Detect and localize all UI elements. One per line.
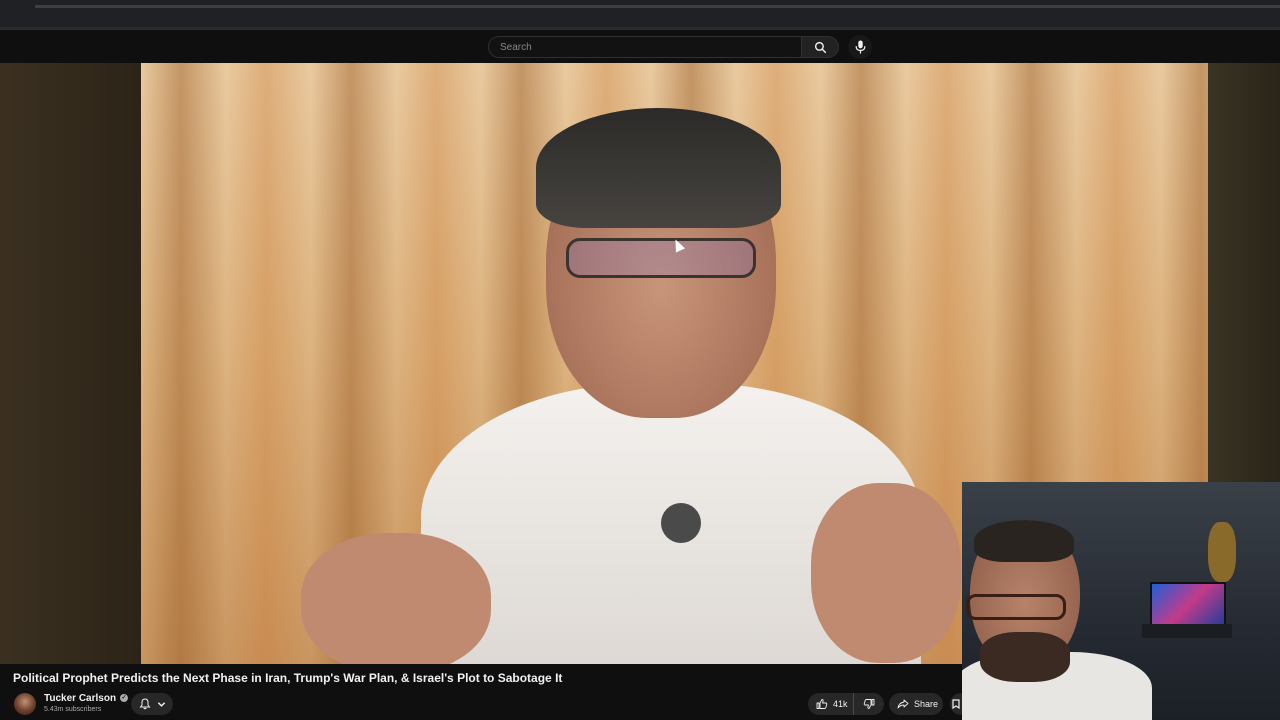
lapel-microphone bbox=[661, 503, 701, 543]
chevron-down-icon bbox=[157, 700, 166, 709]
like-count: 41k bbox=[833, 699, 848, 709]
webcam-background-lamp bbox=[1208, 522, 1236, 582]
channel-avatar[interactable] bbox=[14, 693, 36, 715]
webcam-background-shelf bbox=[1142, 624, 1232, 638]
speaker-right-hand bbox=[811, 483, 961, 663]
search-button[interactable] bbox=[801, 36, 839, 58]
webcam-person-hair bbox=[974, 520, 1074, 562]
like-dislike-group: 41k bbox=[808, 693, 884, 715]
webcam-background-tv bbox=[1150, 582, 1226, 628]
webcam-overlay bbox=[962, 482, 1280, 720]
webcam-person-glasses bbox=[966, 594, 1066, 620]
speaker-hair bbox=[536, 108, 781, 228]
dislike-button[interactable] bbox=[854, 693, 884, 715]
like-button[interactable]: 41k bbox=[808, 693, 854, 715]
bookmark-icon bbox=[952, 699, 960, 709]
video-title: Political Prophet Predicts the Next Phas… bbox=[13, 671, 563, 685]
search-input[interactable] bbox=[498, 40, 801, 54]
notification-bell-button[interactable] bbox=[131, 693, 173, 715]
masthead bbox=[0, 30, 1280, 63]
search-box[interactable] bbox=[488, 36, 801, 58]
webcam-person-beard bbox=[980, 632, 1070, 682]
verified-check-icon: ✓ bbox=[120, 694, 129, 703]
voice-search-button[interactable] bbox=[848, 35, 872, 59]
thumbs-up-icon bbox=[816, 698, 828, 710]
microphone-icon bbox=[855, 40, 866, 54]
browser-chrome bbox=[0, 0, 1280, 30]
thumbs-down-icon bbox=[863, 698, 875, 710]
share-button[interactable]: Share bbox=[889, 693, 943, 715]
speaker-glasses bbox=[566, 238, 756, 278]
speaker-left-hand bbox=[301, 533, 491, 664]
browser-tab-strip bbox=[35, 5, 1280, 8]
search-icon bbox=[814, 41, 827, 54]
bell-icon bbox=[139, 698, 151, 710]
subscriber-count: 5.43m subscribers bbox=[44, 706, 102, 713]
share-label: Share bbox=[914, 699, 939, 709]
share-icon bbox=[897, 698, 909, 710]
channel-name-label[interactable]: Tucker Carlson bbox=[44, 693, 116, 704]
channel-name[interactable]: Tucker Carlson ✓ bbox=[44, 693, 129, 704]
more-actions-button[interactable] bbox=[950, 693, 962, 715]
